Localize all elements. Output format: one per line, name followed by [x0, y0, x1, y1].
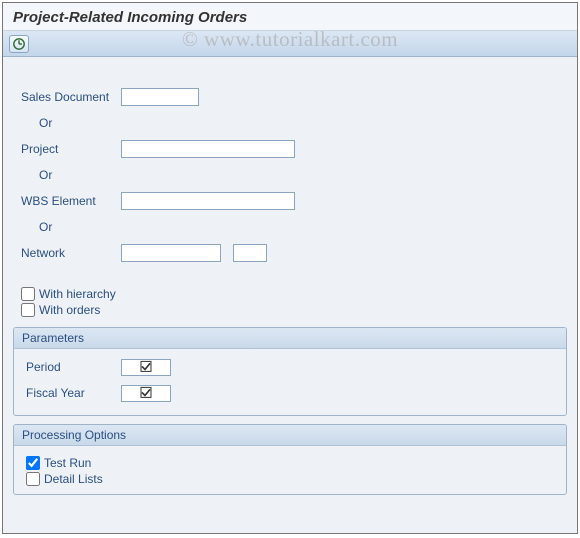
- test-run-checkbox[interactable]: [26, 456, 40, 470]
- with-orders-label: With orders: [39, 303, 100, 317]
- parameters-group: Parameters Period Fiscal Year: [13, 327, 567, 416]
- clock-icon: [12, 37, 26, 51]
- sap-window: Project-Related Incoming Orders © www.tu…: [2, 2, 578, 534]
- execute-button[interactable]: [9, 35, 29, 53]
- test-run-label: Test Run: [44, 456, 91, 470]
- or-label-1: Or: [39, 116, 52, 130]
- sales-document-input[interactable]: [121, 88, 199, 106]
- project-label: Project: [21, 142, 121, 156]
- detail-lists-label: Detail Lists: [44, 472, 103, 486]
- selection-area: Sales Document Or Project Or WBS Element…: [3, 57, 577, 273]
- network-input-2[interactable]: [233, 244, 267, 262]
- sales-document-label: Sales Document: [21, 90, 121, 104]
- detail-lists-checkbox[interactable]: [26, 472, 40, 486]
- processing-options-group: Processing Options Test Run Detail Lists: [13, 424, 567, 495]
- network-input-1[interactable]: [121, 244, 221, 262]
- period-input[interactable]: [121, 359, 171, 376]
- project-input[interactable]: [121, 140, 295, 158]
- options-block: With hierarchy With orders: [21, 287, 577, 317]
- fiscal-year-input[interactable]: [121, 385, 171, 402]
- wbs-element-input[interactable]: [121, 192, 295, 210]
- fiscal-year-label: Fiscal Year: [26, 386, 121, 400]
- required-icon: [140, 386, 152, 398]
- toolbar: [3, 31, 577, 57]
- with-hierarchy-checkbox[interactable]: [21, 287, 35, 301]
- parameters-title: Parameters: [14, 328, 566, 349]
- page-title: Project-Related Incoming Orders: [13, 9, 567, 26]
- network-label: Network: [21, 246, 121, 260]
- wbs-element-label: WBS Element: [21, 194, 121, 208]
- with-orders-checkbox[interactable]: [21, 303, 35, 317]
- titlebar: Project-Related Incoming Orders: [3, 3, 577, 31]
- with-hierarchy-label: With hierarchy: [39, 287, 116, 301]
- or-label-2: Or: [39, 168, 52, 182]
- processing-options-title: Processing Options: [14, 425, 566, 446]
- required-icon: [140, 360, 152, 372]
- or-label-3: Or: [39, 220, 52, 234]
- period-label: Period: [26, 360, 121, 374]
